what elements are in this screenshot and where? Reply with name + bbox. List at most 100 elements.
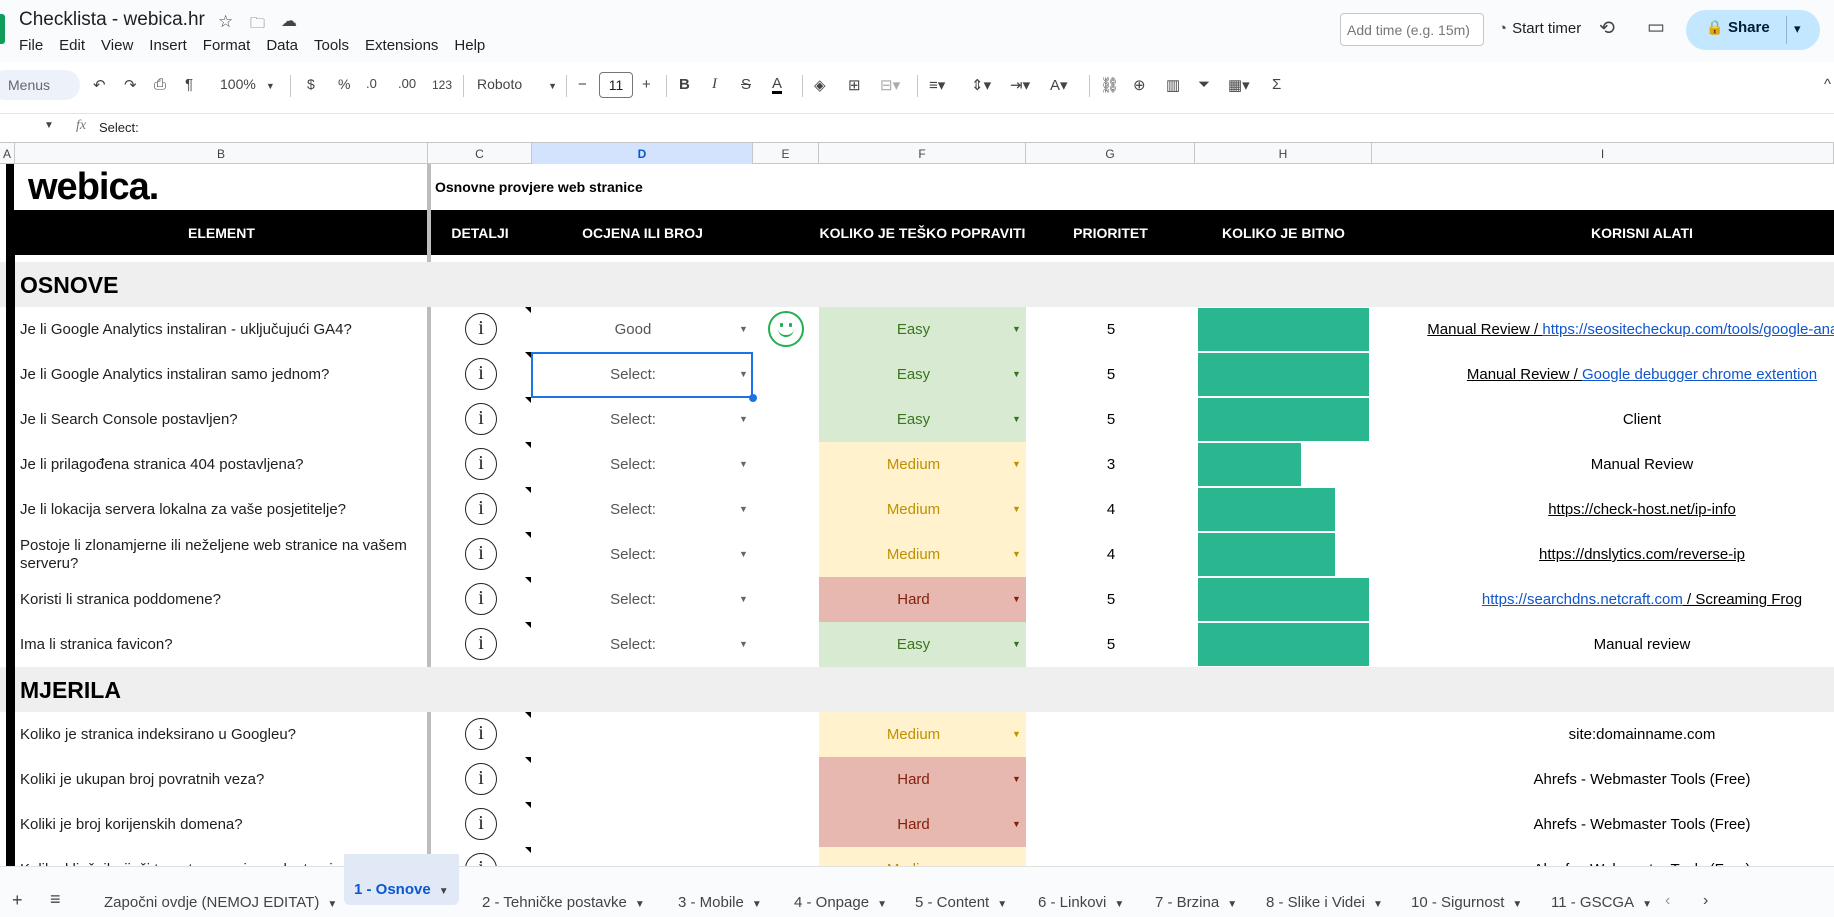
italic-button[interactable]: I	[712, 76, 717, 93]
info-icon[interactable]: i	[465, 493, 497, 525]
currency-button[interactable]: $	[307, 76, 315, 92]
filter-icon[interactable]: ⏷	[1198, 76, 1210, 93]
score-dropdown[interactable]: Select:	[532, 397, 752, 442]
zoom-select[interactable]: 100% ▼	[220, 76, 275, 92]
number-format-button[interactable]: 123	[432, 78, 452, 92]
text-rotate-icon[interactable]: A▾	[1050, 76, 1068, 94]
column-header-h[interactable]: H	[1195, 143, 1372, 164]
column-header-d[interactable]: D	[532, 143, 753, 164]
difficulty-dropdown[interactable]: Easy	[819, 397, 1026, 442]
menu-tools[interactable]: Tools	[314, 37, 349, 54]
text-color-button[interactable]: A	[772, 76, 783, 94]
menu-help[interactable]: Help	[454, 37, 485, 54]
tool-link[interactable]: https://seositecheckup.com/tools/google-…	[1542, 321, 1834, 338]
comment-icon[interactable]: ▭	[1647, 16, 1665, 39]
column-header-c[interactable]: C	[428, 143, 532, 164]
difficulty-dropdown[interactable]: Medium	[819, 532, 1026, 577]
difficulty-dropdown[interactable]: Hard	[819, 577, 1026, 622]
sheet-tab-9[interactable]: 10 - Sigurnost ▼	[1411, 867, 1522, 911]
chevron-down-icon[interactable]: ▼	[1114, 899, 1124, 910]
chevron-down-icon[interactable]: ▼	[439, 886, 449, 897]
difficulty-dropdown[interactable]: Easy	[819, 352, 1026, 397]
chevron-down-icon[interactable]: ▼	[1012, 369, 1021, 379]
info-icon[interactable]: i	[465, 808, 497, 840]
chevron-down-icon[interactable]: ▼	[739, 549, 748, 559]
add-sheet-icon[interactable]: +	[12, 890, 23, 911]
tool-link[interactable]: Google debugger chrome extention	[1582, 366, 1817, 383]
percent-button[interactable]: %	[338, 76, 350, 92]
column-header-g[interactable]: G	[1026, 143, 1195, 164]
difficulty-dropdown[interactable]: Medium	[819, 442, 1026, 487]
tool-text[interactable]: https://check-host.net/ip-info	[1548, 501, 1736, 518]
chevron-down-icon[interactable]: ▼	[739, 459, 748, 469]
redo-icon[interactable]: ↷	[124, 76, 137, 94]
tab-scroll-right-icon[interactable]: ›	[1703, 892, 1708, 910]
chevron-down-icon[interactable]: ▼	[327, 899, 337, 910]
score-dropdown[interactable]: Select:	[532, 532, 752, 577]
chevron-down-icon[interactable]: ▼	[1512, 899, 1522, 910]
chart-icon[interactable]: ▥	[1166, 76, 1180, 94]
difficulty-dropdown[interactable]: Medium	[819, 847, 1026, 866]
chevron-down-icon[interactable]: ▼	[1012, 819, 1021, 829]
sheet-tab-2[interactable]: 2 - Tehničke postavke ▼	[482, 867, 645, 911]
all-sheets-icon[interactable]: ≡	[50, 889, 61, 910]
chevron-down-icon[interactable]: ▼	[739, 639, 748, 649]
chevron-down-icon[interactable]: ▾	[1794, 21, 1801, 37]
column-header-a[interactable]: A	[0, 143, 15, 164]
menu-data[interactable]: Data	[266, 37, 298, 54]
font-size-increase-button[interactable]: +	[642, 76, 651, 93]
move-folder-icon[interactable]: 🗀	[250, 13, 265, 38]
sheet-tab-0[interactable]: Započni ovdje (NEMOJ EDITAT) ▼	[104, 867, 337, 911]
menu-edit[interactable]: Edit	[59, 37, 85, 54]
menu-extensions[interactable]: Extensions	[365, 37, 438, 54]
info-icon[interactable]: i	[465, 583, 497, 615]
tool-text[interactable]: Manual Review /	[1467, 366, 1582, 383]
chevron-down-icon[interactable]: ▼	[739, 324, 748, 334]
chevron-down-icon[interactable]: ▼	[1012, 549, 1021, 559]
info-icon[interactable]: i	[465, 628, 497, 660]
chevron-down-icon[interactable]: ▼	[1012, 729, 1021, 739]
chevron-up-icon[interactable]: ^	[1824, 76, 1831, 93]
selection-fill-handle[interactable]	[749, 394, 757, 402]
star-icon[interactable]: ☆	[218, 12, 233, 32]
history-icon[interactable]: ⟲	[1599, 17, 1615, 40]
column-header-i[interactable]: I	[1372, 143, 1834, 164]
align-horizontal-icon[interactable]: ≡▾	[929, 76, 945, 94]
functions-icon[interactable]: Σ	[1272, 76, 1281, 93]
info-icon[interactable]: i	[465, 313, 497, 345]
chevron-down-icon[interactable]: ▼	[739, 414, 748, 424]
chevron-down-icon[interactable]: ▼	[877, 899, 887, 910]
chevron-down-icon[interactable]: ▼	[1227, 899, 1237, 910]
chevron-down-icon[interactable]: ▼	[1012, 774, 1021, 784]
sheets-logo-icon[interactable]	[0, 14, 5, 44]
font-size-input[interactable]: 11	[599, 72, 633, 98]
font-select[interactable]: Roboto ▼	[477, 76, 557, 92]
comment-add-icon[interactable]: ⊕	[1133, 76, 1146, 94]
score-dropdown[interactable]: Select:	[532, 622, 752, 667]
strikethrough-button[interactable]: S	[741, 76, 751, 93]
chevron-down-icon[interactable]: ▼	[1012, 639, 1021, 649]
undo-icon[interactable]: ↶	[93, 76, 106, 94]
score-dropdown[interactable]: Select:	[532, 577, 752, 622]
info-icon[interactable]: i	[465, 538, 497, 570]
menu-insert[interactable]: Insert	[149, 37, 187, 54]
align-vertical-icon[interactable]: ⇕▾	[971, 76, 991, 94]
chevron-down-icon[interactable]: ▼	[1373, 899, 1383, 910]
column-header-e[interactable]: E	[753, 143, 819, 164]
share-button[interactable]: 🔒 Share ▾	[1686, 10, 1820, 50]
tool-text[interactable]: Manual Review /	[1427, 321, 1542, 338]
sheet-tab-6[interactable]: 6 - Linkovi ▼	[1038, 867, 1124, 911]
tab-scroll-left-icon[interactable]: ‹	[1665, 892, 1670, 910]
cloud-status-icon[interactable]: ☁	[281, 11, 297, 31]
sheet-tab-1[interactable]: 1 - Osnove ▼	[344, 854, 459, 905]
name-box-dropdown-icon[interactable]: ▼	[44, 120, 54, 131]
info-icon[interactable]: i	[465, 403, 497, 435]
score-dropdown[interactable]: Good	[532, 307, 752, 352]
chevron-down-icon[interactable]: ▼	[997, 899, 1007, 910]
formula-input[interactable]: Select:	[99, 120, 139, 135]
chevron-down-icon[interactable]: ▼	[739, 504, 748, 514]
menus-search-input[interactable]: Menus	[0, 70, 80, 100]
difficulty-dropdown[interactable]: Hard	[819, 802, 1026, 847]
tool-link[interactable]: https://searchdns.netcraft.com	[1482, 591, 1683, 608]
info-icon[interactable]: i	[465, 763, 497, 795]
